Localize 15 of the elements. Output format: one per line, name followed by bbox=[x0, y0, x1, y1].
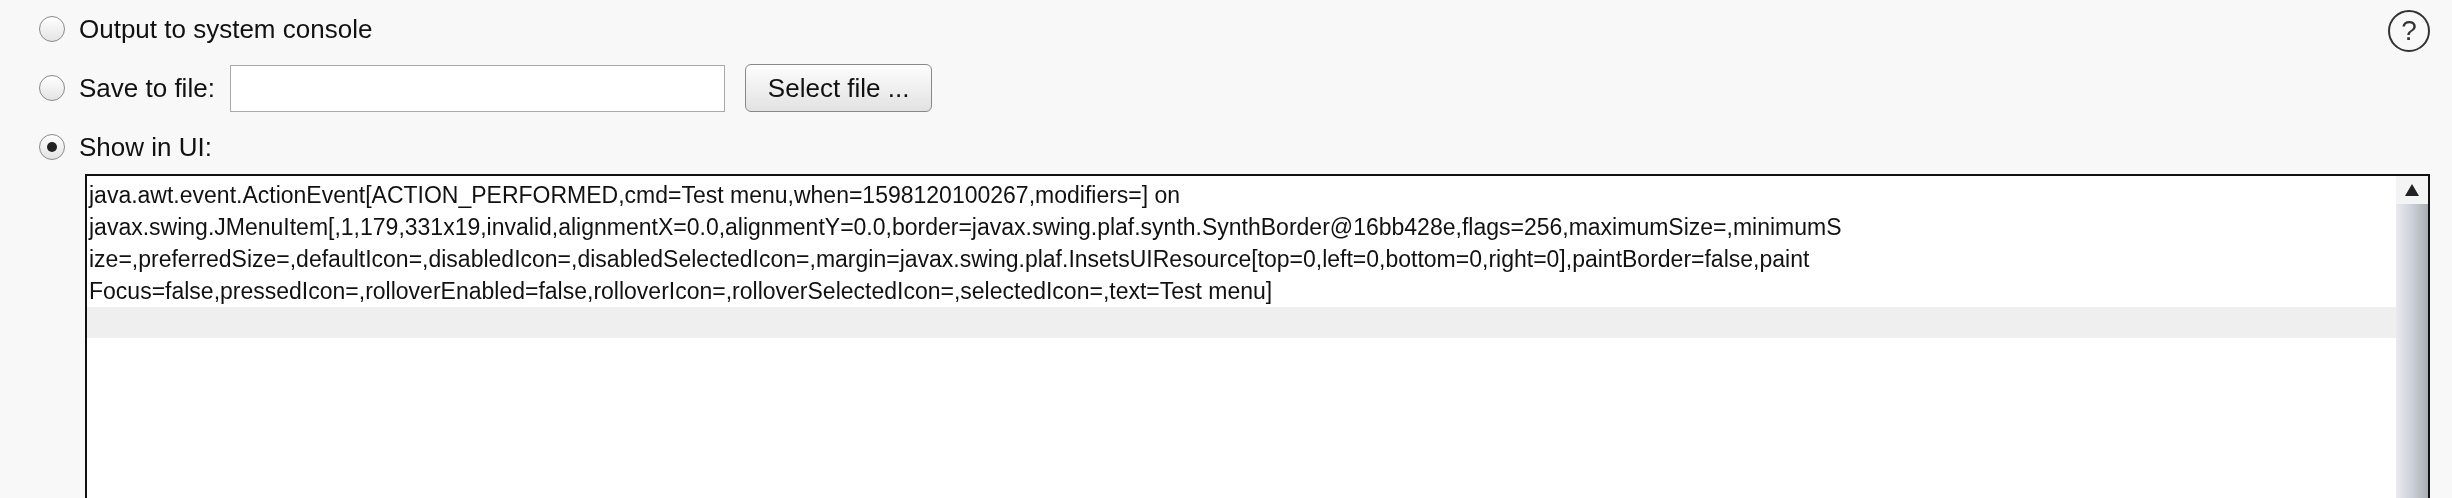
option-label: Show in UI: bbox=[79, 130, 212, 164]
output-line: javax.swing.JMenuItem[,1,179,331x19,invalid,alignmentX=0.0,alignmentY=0.0,border=javax.swing.plaf.synth.SynthBorder@16bb428e,flags=256,maximumSize=,minimumS bbox=[87, 213, 1843, 242]
help-button[interactable]: ? bbox=[2388, 10, 2430, 52]
output-text-area[interactable] bbox=[85, 174, 2430, 498]
radio-button[interactable] bbox=[39, 16, 65, 42]
output-line: java.awt.event.ActionEvent[ACTION_PERFORMED,cmd=Test menu,when=1598120100267,modifiers=] on bbox=[87, 181, 1182, 210]
radio-button[interactable] bbox=[39, 75, 65, 101]
select-file-button[interactable]: Select file ... bbox=[744, 64, 933, 112]
output-line: Focus=false,pressedIcon=,rolloverEnabled=false,rolloverIcon=,rolloverSelectedIcon=,selectedIcon=,text=Test menu] bbox=[88, 277, 1274, 306]
option-label: Save to file: bbox=[79, 71, 215, 105]
output-line: ize=,preferredSize=,defaultIcon=,disabledIcon=,disabledSelectedIcon=,margin=javax.swing.plaf.InsetsUIResource[top=0,left=0,bottom=0,right=0],paintBorder=false,paint bbox=[88, 245, 1811, 274]
file-path-field[interactable] bbox=[229, 64, 725, 112]
vertical-scrollbar[interactable] bbox=[2396, 176, 2428, 498]
radio-button[interactable] bbox=[39, 134, 65, 160]
option-label: Output to system console bbox=[79, 12, 373, 46]
